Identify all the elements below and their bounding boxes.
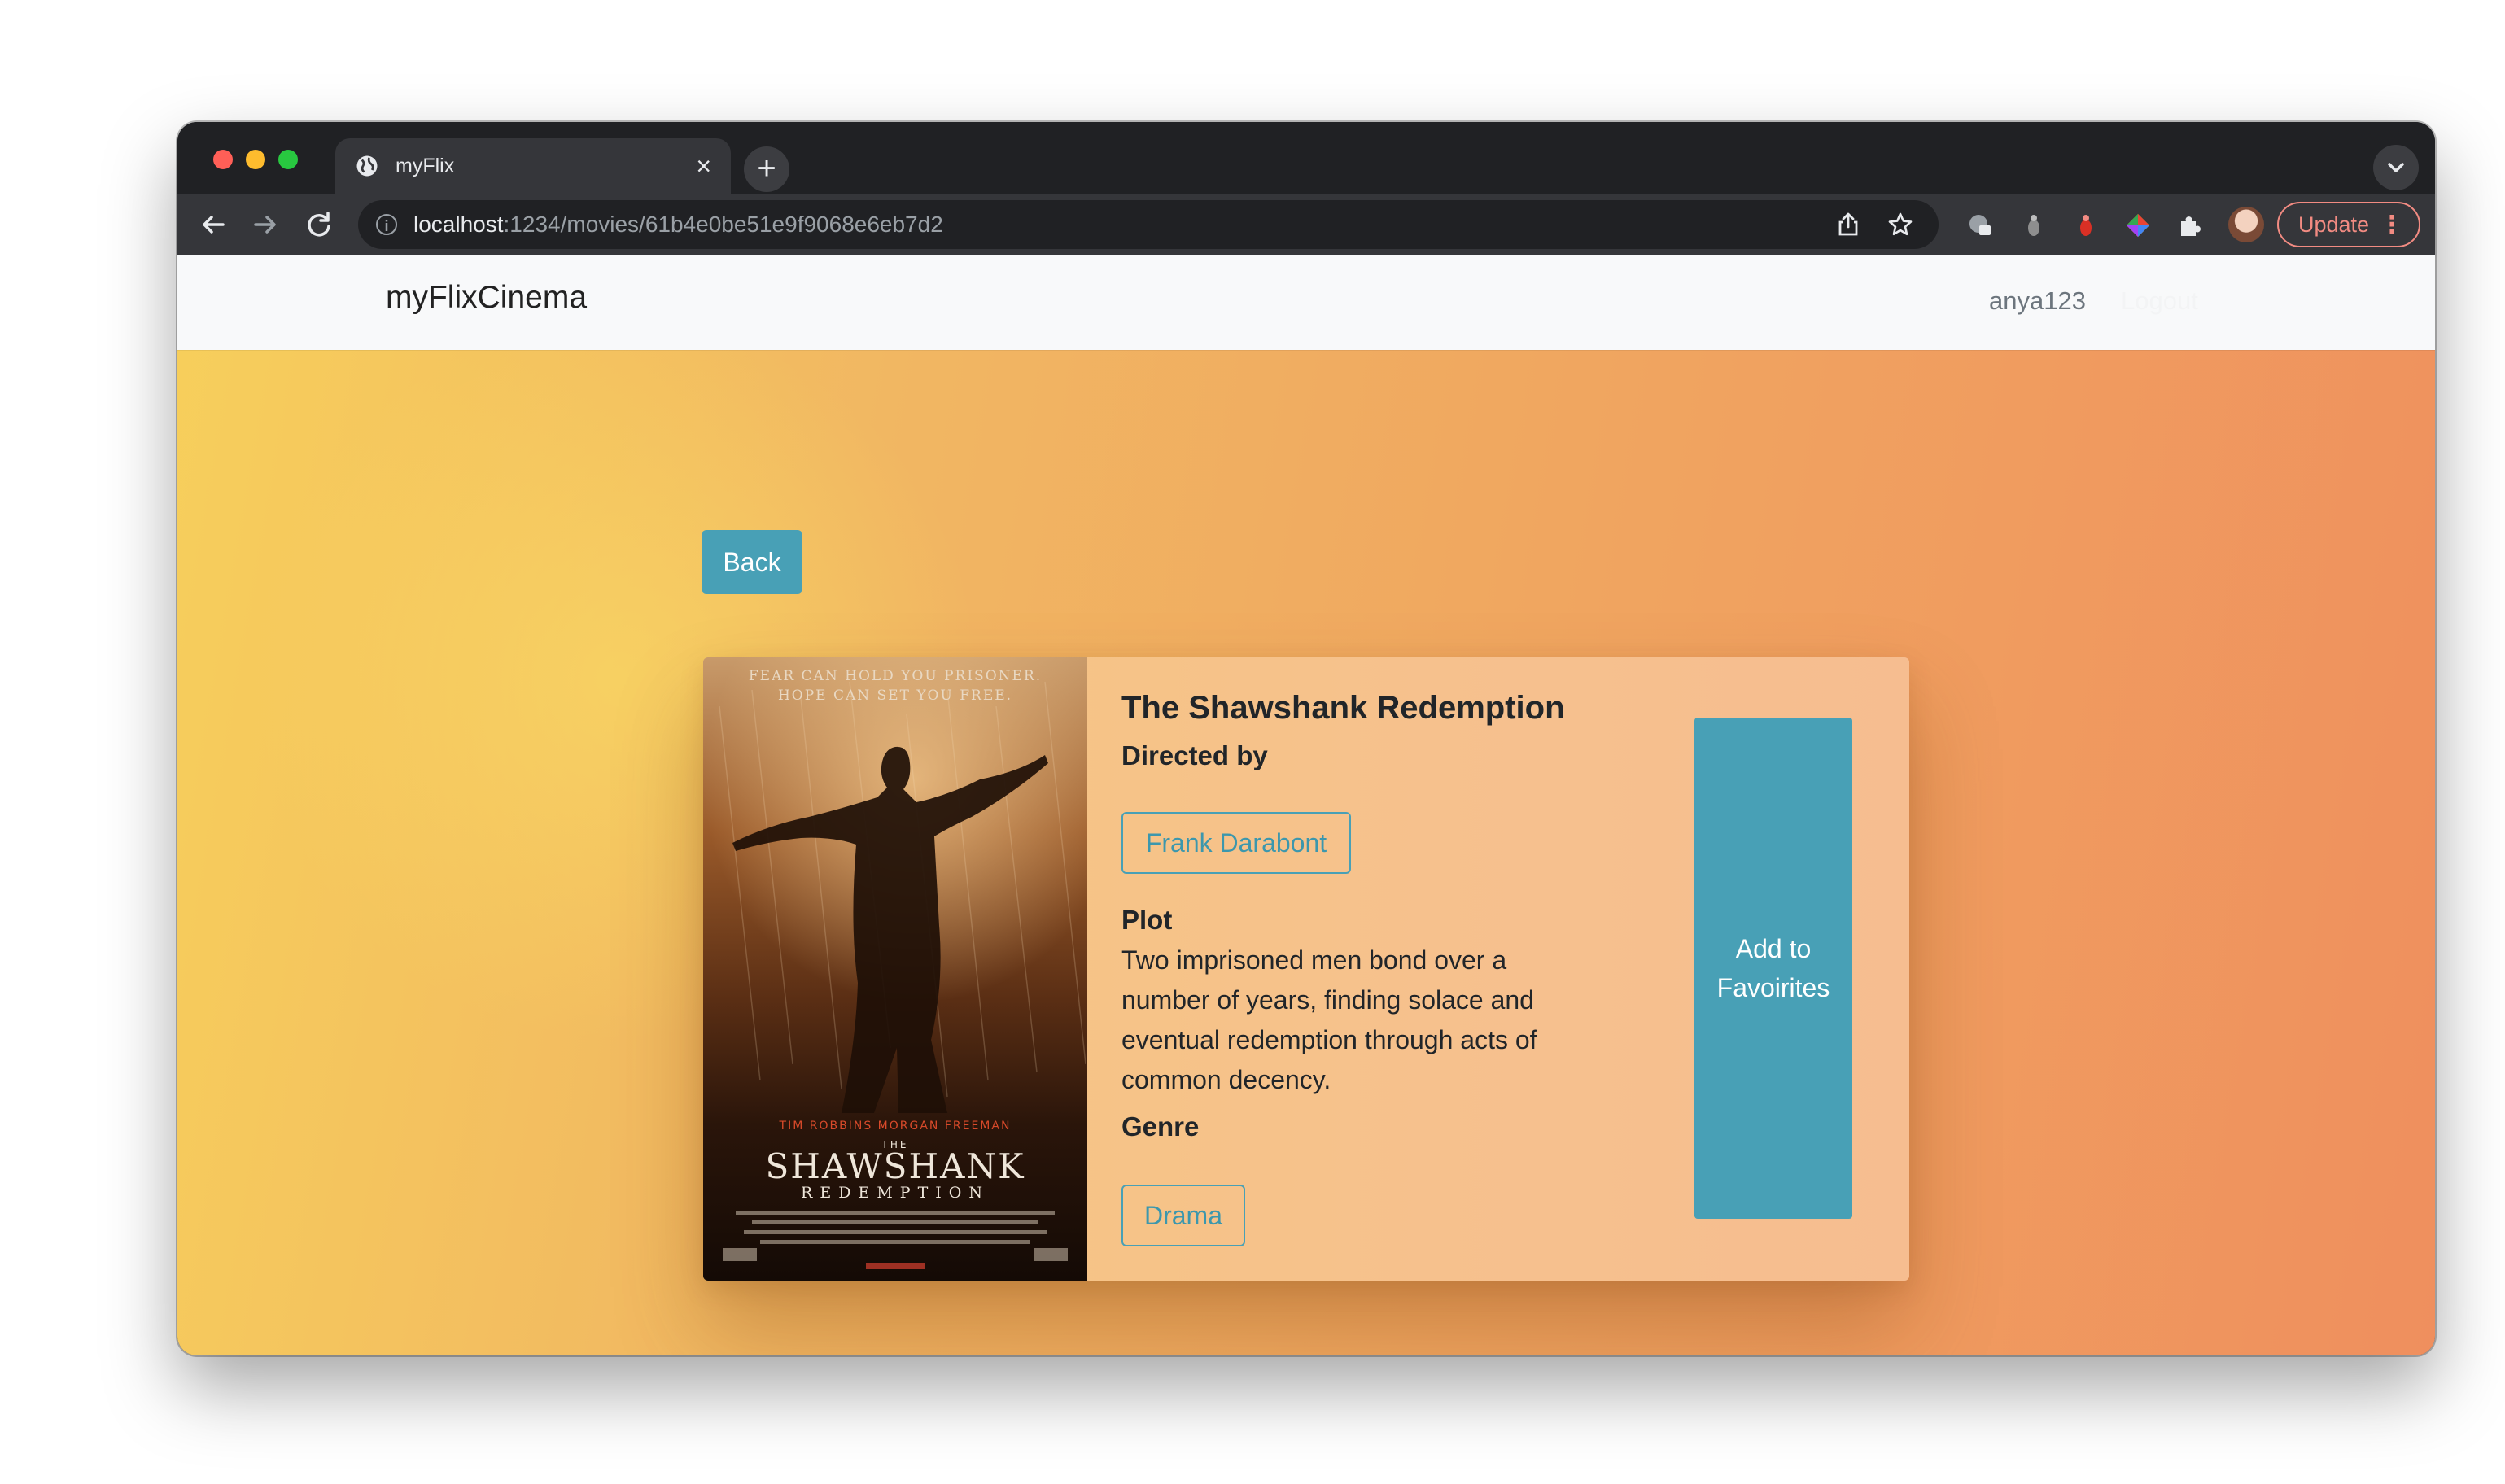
movie-info: The Shawshank Redemption Directed by Fra… xyxy=(1121,657,1610,1281)
nav-logout-link[interactable]: Logout xyxy=(2121,286,2198,316)
movie-poster-image: FEAR CAN HOLD YOU PRISONER. HOPE CAN SET… xyxy=(703,657,1087,1281)
movie-title: The Shawshank Redemption xyxy=(1121,690,1565,726)
browser-window: myFlix × + i localhost:1234/movies/61b4e… xyxy=(177,122,2435,1355)
chevron-down-icon xyxy=(2388,163,2404,172)
poster-tagline-2: HOPE CAN SET YOU FREE. xyxy=(778,687,1012,704)
nav-username-link[interactable]: anya123 xyxy=(1989,286,2086,316)
new-tab-button[interactable]: + xyxy=(744,146,789,192)
page-viewport: myFlixCinema anya123 Logout Back FEAR CA… xyxy=(177,255,2435,1355)
add-to-favorites-button[interactable]: Add to Favoirites xyxy=(1694,718,1852,1219)
plot-text: Two imprisoned men bond over a number of… xyxy=(1121,945,1537,1094)
tab-search-button[interactable] xyxy=(2373,145,2419,190)
browser-toolbar: i localhost:1234/movies/61b4e0be51e9f906… xyxy=(177,194,2435,255)
back-arrow-icon[interactable] xyxy=(194,205,233,244)
url-host: localhost xyxy=(413,212,504,237)
add-to-favorites-label: Add to Favoirites xyxy=(1716,934,1830,1002)
extension-gray-icon[interactable] xyxy=(2020,212,2048,239)
poster-name-1: SHAWSHANK xyxy=(765,1146,1025,1186)
app-navbar: myFlixCinema anya123 Logout xyxy=(177,255,2435,350)
close-tab-icon[interactable]: × xyxy=(696,153,711,179)
director-button[interactable]: Frank Darabont xyxy=(1121,812,1351,874)
extension-red-icon[interactable] xyxy=(2072,212,2100,239)
maximize-window-button[interactable] xyxy=(278,150,298,169)
genre-button[interactable]: Drama xyxy=(1121,1185,1245,1246)
close-window-button[interactable] xyxy=(213,150,233,169)
more-vertical-icon: ⋮ xyxy=(2380,211,2404,238)
extensions-puzzle-icon[interactable] xyxy=(2176,212,2204,239)
tab-title: myFlix xyxy=(396,154,455,177)
forward-arrow-icon[interactable] xyxy=(246,205,285,244)
url-text[interactable]: localhost:1234/movies/61b4e0be51e9f9068e… xyxy=(413,212,1834,238)
url-path: :1234/movies/61b4e0be51e9f9068e6eb7d2 xyxy=(503,212,943,237)
tab-bar: myFlix × + xyxy=(177,122,2435,194)
poster-tagline-1: FEAR CAN HOLD YOU PRISONER. xyxy=(749,668,1042,684)
globe-icon xyxy=(356,155,378,177)
poster-name-2: REDEMPTION xyxy=(801,1184,990,1202)
browser-tab[interactable]: myFlix × xyxy=(335,138,731,194)
movie-card: FEAR CAN HOLD YOU PRISONER. HOPE CAN SET… xyxy=(703,657,1909,1281)
genre-label: Genre xyxy=(1121,1111,1200,1141)
extension-color-icon[interactable] xyxy=(2124,212,2152,239)
share-icon[interactable] xyxy=(1834,211,1862,238)
update-button[interactable]: Update ⋮ xyxy=(2277,202,2420,247)
bookmark-star-icon[interactable] xyxy=(1886,211,1914,238)
profile-avatar[interactable] xyxy=(2228,207,2264,242)
address-bar[interactable]: i localhost:1234/movies/61b4e0be51e9f906… xyxy=(358,200,1939,249)
reload-icon[interactable] xyxy=(299,205,339,244)
directed-by-label: Directed by xyxy=(1121,740,1268,770)
back-button[interactable]: Back xyxy=(702,530,802,594)
plot-label: Plot xyxy=(1121,905,1173,935)
update-label: Update xyxy=(2298,212,2370,237)
navbar-brand[interactable]: myFlixCinema xyxy=(386,280,587,316)
extension-ghost-icon[interactable] xyxy=(1966,212,1994,239)
poster-cast: TIM ROBBINS MORGAN FREEMAN xyxy=(779,1120,1012,1133)
minimize-window-button[interactable] xyxy=(246,150,265,169)
site-info-icon[interactable]: i xyxy=(376,214,397,235)
